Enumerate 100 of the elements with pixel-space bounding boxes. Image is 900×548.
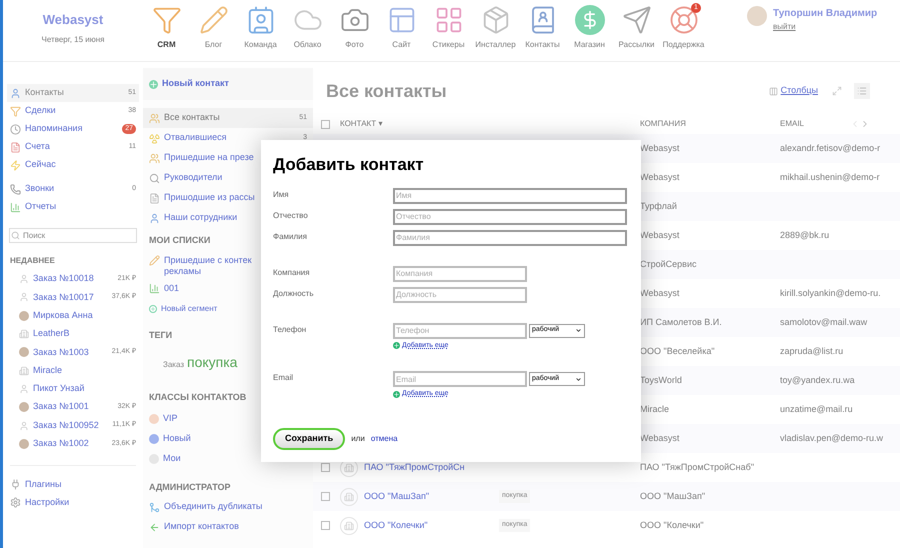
recent-item[interactable]: Miracle	[33, 364, 62, 378]
recent-item[interactable]: Заказ №1002	[33, 437, 89, 451]
recent-item[interactable]: Заказ №10018	[33, 272, 94, 286]
search-icon	[149, 172, 160, 184]
app-tab[interactable]: Сайт	[378, 0, 425, 51]
dialog-title: Добавить контакт	[273, 154, 425, 176]
recent-item[interactable]: Заказ №1001	[33, 400, 89, 414]
expand-icon[interactable]	[832, 86, 842, 96]
sidebar-item[interactable]: Плагины	[7, 476, 64, 494]
logout-link[interactable]: выйти	[773, 21, 878, 33]
checkbox[interactable]	[321, 492, 330, 501]
app-tab[interactable]: Команда	[237, 0, 284, 51]
new-segment-link[interactable]: Новый сегмент	[143, 302, 224, 314]
avatar	[19, 402, 29, 412]
section-heading: НЕДАВНЕЕ	[10, 255, 56, 267]
company-cell-text: СтройСервис	[640, 258, 698, 271]
recent-item[interactable]: Заказ №10017	[33, 290, 94, 304]
pencil-icon	[149, 254, 160, 266]
list-item[interactable]: Руководители	[143, 168, 228, 188]
document-icon	[149, 192, 160, 204]
admin-link[interactable]: Объединить дубликаты	[143, 497, 268, 517]
app-tab[interactable]: Блог	[190, 0, 237, 51]
text-field[interactable]: Фамилия	[393, 230, 627, 246]
search-field[interactable]: Поиск	[9, 228, 137, 243]
company-cell-text: ООО "МашЗап"	[640, 490, 706, 503]
recent-item[interactable]: Заказ №100952	[33, 418, 99, 432]
chevron-down-icon	[575, 376, 582, 382]
pencil-icon	[198, 5, 228, 35]
section-heading: КЛАССЫ КОНТАКТОВ	[148, 391, 248, 404]
email-cell-text: 2889@bk.ru	[780, 228, 830, 242]
avatar	[19, 310, 29, 321]
new-contact-button[interactable]: Новый контакт	[143, 68, 313, 100]
email-cell-text: toy@yandex.ru.wa	[780, 374, 855, 387]
user-name[interactable]: Тупоршин Владимир	[773, 6, 878, 21]
app-tab[interactable]: Облако	[284, 0, 331, 51]
field-label: Компания	[273, 266, 311, 278]
company-cell-text: Webasyst	[640, 286, 680, 300]
column-header: КОМПАНИЯ	[640, 118, 687, 130]
company-cell-text: Webasyst	[640, 432, 680, 445]
admin-link[interactable]: Импорт контактов	[143, 517, 245, 537]
columns-icon	[768, 86, 778, 96]
list-item[interactable]: 001	[143, 280, 186, 296]
avatar	[747, 6, 767, 26]
app-tab[interactable]: Магазин	[566, 0, 613, 51]
class-item[interactable]: Новый	[163, 432, 191, 446]
recent-item[interactable]: Пикот Унзай	[33, 382, 84, 396]
tag-link[interactable]: покупка	[186, 352, 238, 373]
sidebar-item[interactable]: Настройки	[7, 494, 72, 512]
checkbox[interactable]	[321, 120, 330, 128]
app-tab[interactable]: CRM	[143, 0, 190, 51]
section-heading: ТЕГИ	[148, 328, 174, 342]
column-header[interactable]: КОНТАКТ ▾	[340, 118, 640, 130]
company-cell-text: ПАО "ТяжПромСтройСнаб"	[640, 460, 756, 474]
column-header: EMAIL	[780, 118, 806, 130]
text-field[interactable]: Компания	[393, 266, 527, 282]
list-view-button[interactable]	[854, 83, 870, 99]
list-item[interactable]: Пришедшие с контек рекламы	[143, 252, 258, 280]
recent-item[interactable]: Заказ №1003	[33, 346, 89, 360]
user-icon	[10, 88, 21, 98]
app-tab[interactable]: Фото	[331, 0, 378, 51]
checkbox[interactable]	[321, 463, 330, 472]
plus-icon	[149, 304, 157, 312]
sidebar-item[interactable]: Сейчас	[7, 156, 139, 174]
recent-item[interactable]: LeatherB	[33, 327, 70, 341]
people-icon	[149, 152, 160, 164]
document-icon	[10, 142, 21, 152]
save-button[interactable]: Сохранить	[273, 428, 346, 450]
email-cell-text: samolotov@mail.waw	[780, 316, 868, 329]
app-tab[interactable]: Рассылки	[613, 0, 660, 51]
hazard-icon	[149, 132, 160, 144]
app-tab[interactable]: Инсталлер	[472, 0, 519, 51]
list-item[interactable]: Наши сотрудники	[143, 208, 244, 228]
list-item[interactable]: Пришодшие из рассы	[143, 188, 261, 208]
app-tab[interactable]: Стикеры	[425, 0, 472, 51]
plus-icon	[393, 342, 400, 350]
list-item[interactable]: Пришедшие на презе	[143, 148, 260, 168]
text-field[interactable]: Email	[393, 371, 527, 387]
company-cell-text: Miracle	[640, 402, 670, 416]
sidebar-item[interactable]: Отчеты	[7, 198, 139, 216]
contact-name[interactable]: ООО "Колечки"	[364, 518, 499, 532]
text-field[interactable]: Должность	[393, 286, 527, 302]
list-icon	[857, 86, 867, 96]
text-field[interactable]: Телефон	[393, 322, 527, 338]
user-icon	[19, 384, 29, 394]
contact-name[interactable]: ООО "МашЗап"	[364, 490, 499, 504]
text-field[interactable]: Имя	[393, 188, 627, 204]
cancel-link[interactable]: отмена	[370, 433, 398, 445]
contact-name[interactable]: ПАО "ТяжПромСтройСн	[364, 460, 499, 474]
recent-item[interactable]: Миркова Анна	[33, 308, 93, 322]
class-item[interactable]: VIP	[163, 412, 178, 426]
lightning-icon	[10, 160, 21, 170]
checkbox[interactable]	[321, 521, 330, 530]
text-field[interactable]: Отчество	[393, 208, 627, 224]
logo-text[interactable]: Webasyst	[42, 10, 104, 30]
tag-link[interactable]: Заказ	[163, 359, 184, 371]
app-tab[interactable]: Контакты	[519, 0, 566, 51]
or-text: или	[351, 433, 365, 445]
class-item[interactable]: Мои	[163, 452, 181, 466]
columns-link[interactable]: Столбцы	[768, 84, 818, 98]
section-heading: АДМИНИСТРАТОР	[148, 480, 232, 494]
